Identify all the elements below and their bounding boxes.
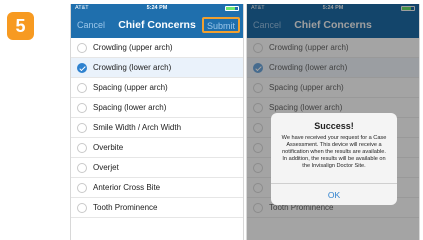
list-item[interactable]: Crowding (upper arch) — [71, 38, 243, 58]
battery-icon — [401, 6, 415, 11]
list-item-label: Smile Width / Arch Width — [93, 123, 182, 132]
clock-label: 5:24 PM — [322, 5, 344, 11]
phone-screen-success: AT&T 5:24 PM Cancel Chief Concerns Crowd… — [246, 4, 420, 240]
list-item[interactable]: Crowding (lower arch) — [71, 58, 243, 78]
radio-icon[interactable] — [77, 203, 87, 213]
radio-icon[interactable] — [77, 183, 87, 193]
nav-bar: Cancel Chief Concerns Submit — [71, 13, 243, 38]
battery-icon — [225, 6, 239, 11]
radio-icon[interactable] — [77, 143, 87, 153]
list-item[interactable]: Overjet — [71, 158, 243, 178]
alert-title: Success! — [314, 121, 354, 131]
radio-icon[interactable] — [77, 43, 87, 53]
list-item-label: Anterior Cross Bite — [93, 183, 161, 192]
radio-icon[interactable] — [77, 103, 87, 113]
success-alert: Success! We have received your request f… — [271, 113, 397, 205]
checkmark-icon[interactable] — [77, 63, 87, 73]
alert-divider — [271, 183, 397, 184]
page-title: Chief Concerns — [294, 19, 372, 31]
list-item-label: Overjet — [93, 163, 119, 172]
radio-icon[interactable] — [77, 123, 87, 133]
list-item[interactable]: Smile Width / Arch Width — [71, 118, 243, 138]
list-item[interactable]: Anterior Cross Bite — [71, 178, 243, 198]
list-item[interactable]: Overbite — [71, 138, 243, 158]
list-item[interactable]: Tooth Prominence — [71, 198, 243, 218]
nav-bar: Cancel Chief Concerns — [247, 13, 419, 38]
submit-button[interactable]: Submit — [201, 17, 240, 33]
status-bar: AT&T 5:24 PM — [71, 4, 243, 13]
list-item-label: Crowding (upper arch) — [93, 43, 173, 52]
radio-icon[interactable] — [77, 163, 87, 173]
clock-label: 5:24 PM — [146, 5, 168, 11]
list-item[interactable]: Spacing (upper arch) — [71, 78, 243, 98]
list-item[interactable]: Spacing (lower arch) — [71, 98, 243, 118]
alert-message: We have received your request for a Case… — [281, 135, 387, 169]
list-item-label: Tooth Prominence — [93, 203, 158, 212]
list-item-label: Spacing (upper arch) — [93, 83, 168, 92]
list-item-label: Crowding (lower arch) — [93, 63, 172, 72]
radio-icon[interactable] — [77, 83, 87, 93]
list-item-label: Overbite — [93, 143, 124, 152]
concern-list: Crowding (upper arch) Crowding (lower arc… — [71, 38, 243, 218]
phone-screen-chief-concerns: AT&T 5:24 PM Cancel Chief Concerns Submi… — [70, 4, 244, 240]
ok-button[interactable]: OK — [271, 190, 397, 200]
list-item-label: Spacing (lower arch) — [93, 103, 167, 112]
status-bar: AT&T 5:24 PM — [247, 4, 419, 13]
step-badge: 5 — [7, 12, 34, 40]
